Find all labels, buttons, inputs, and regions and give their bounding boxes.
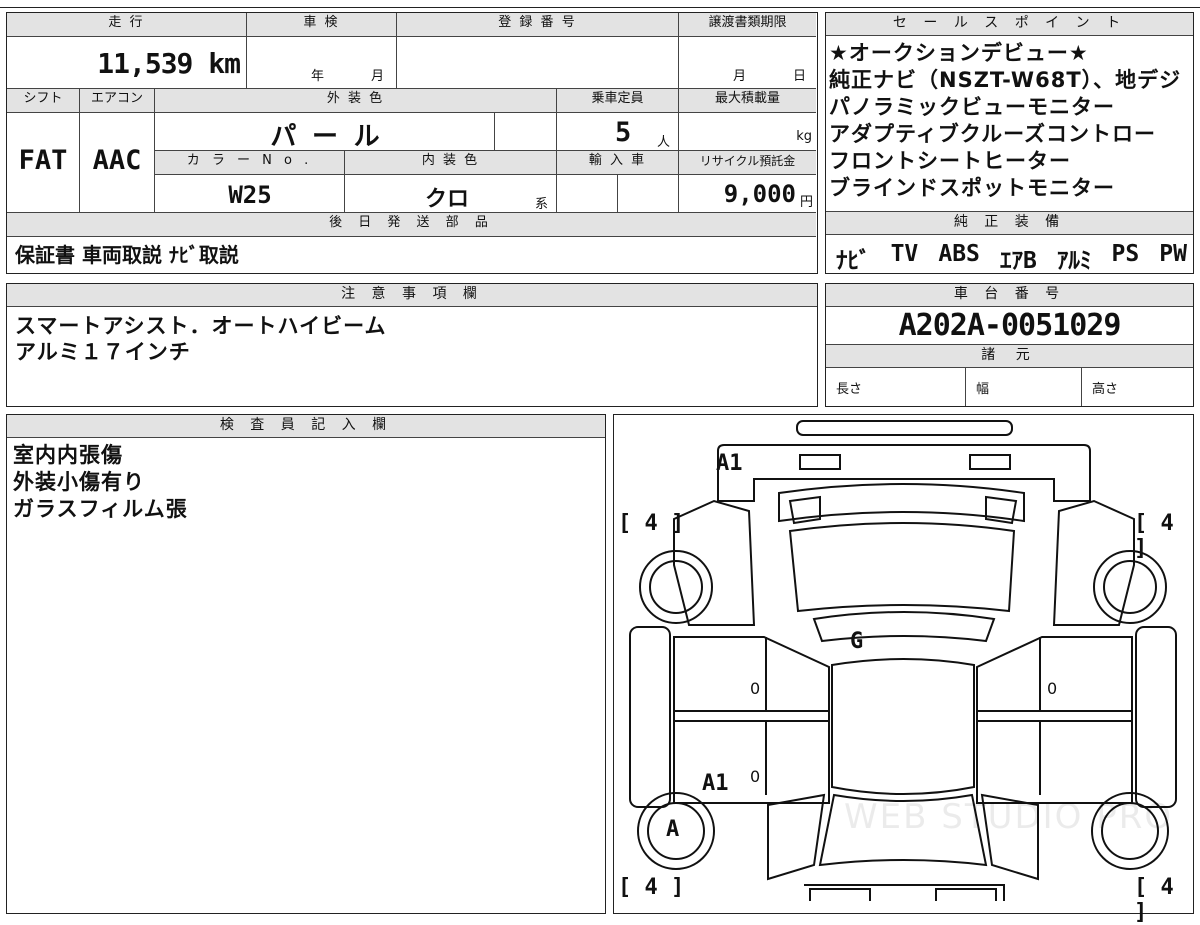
specs-panel: 走 行 車 検 登 録 番 号 譲渡書類期限 11,539 km 年 月 月 日… [6,12,818,274]
shaken-cell: 年 月 [247,37,397,89]
shift-cell: FAT [7,113,80,213]
transfer-deadline-label: 譲渡書類期限 [679,13,816,37]
max-load-cell: kg [679,113,816,151]
chassis-title: 車 台 番 号 [826,284,1193,307]
tire-front-left: [ 4 ] [618,511,685,536]
sales-points-title: セ ー ル ス ポ イ ン ト [826,13,1193,36]
standard-equipment-list: ﾅﾋﾞ TV ABS ｴｱB ｱﾙﾐ PS PW [826,235,1193,275]
chassis-number: A202A-0051029 [898,308,1122,343]
transfer-day: 日 [793,69,807,84]
equip-abs: ABS [938,241,980,267]
equip-airbag: ｴｱB [999,248,1037,274]
mileage-cell: 11,539 km [7,37,247,89]
registration-label: 登 録 番 号 [397,13,679,37]
tire-rear-right: [ 4 ] [1134,875,1174,925]
interior-color-value: クロ [425,187,470,212]
length-label: 長さ [826,368,966,406]
notes-title: 注 意 事 項 欄 [7,284,817,307]
chassis-panel: 車 台 番 号 A202A-0051029 諸 元 長さ 幅 高さ [825,283,1194,407]
sales-point-line: ★オークションデビュー★ [829,41,1089,65]
tire-rear-left: [ 4 ] [618,875,685,900]
top-strip [0,0,1200,8]
notes-panel: 注 意 事 項 欄 スマートアシスト．オートハイビーム アルミ１７インチ [6,283,818,407]
shaken-month: 月 [371,69,385,84]
aircon-value: AAC [92,145,142,176]
capacity-cell: 5 人 [557,113,679,151]
shift-label: シフト [7,89,80,113]
recycle-cell: 9,000 円 [679,175,816,213]
exterior-color-label: 外 装 色 [155,89,557,113]
color-no-value: W25 [228,181,272,209]
mark-rear-door-left: A1 [702,771,729,796]
standard-equipment-title: 純 正 装 備 [826,212,1193,235]
exterior-color-cell: パ ー ル [155,113,495,152]
mileage-unit: km [208,47,241,80]
import-cell-a [557,175,618,213]
capacity-label: 乗車定員 [557,89,679,113]
inspector-title: 検 査 員 記 入 欄 [7,415,605,438]
aircon-label: エアコン [80,89,155,113]
mark-front-bumper: A1 [716,451,743,476]
dimensions-title: 諸 元 [826,345,1193,368]
registration-cell [397,37,679,89]
color-no-cell: W25 [155,175,345,213]
color-no-label: カ ラ ー N o . [155,151,345,175]
watermark: WEB STUDIO PRO [844,797,1174,837]
inspector-panel: 検 査 員 記 入 欄 室内内張傷 外装小傷有り ガラスフィルム張 [6,414,606,914]
interior-color-cell: クロ 系 [345,175,557,213]
mark-right-door-front: 0 [1047,679,1058,698]
height-label: 高さ [1092,382,1119,397]
sales-point-line: アダプティブクルーズコントロー [829,122,1157,146]
sales-point-line: ブラインドスポットモニター [829,176,1115,200]
mileage-value: 11,539 [97,47,193,80]
aircon-cell: AAC [80,113,155,213]
equip-alloy: ｱﾙﾐ [1056,248,1092,274]
capacity-unit: 人 [657,135,671,150]
sales-point-line: 純正ナビ（NSZT-W68T）、地デジ [829,68,1182,92]
inspector-line: 外装小傷有り [13,470,145,494]
exterior-color-extra [495,113,557,151]
equip-navi: ﾅﾋﾞ [836,248,871,274]
mark-rear-wheel-left: A [666,817,680,842]
inspector-line: ガラスフィルム張 [13,497,188,521]
interior-color-suffix: 系 [535,197,549,212]
import-label: 輸 入 車 [557,151,679,175]
mark-windshield: G [850,629,864,654]
recycle-value: 9,000 [723,180,796,208]
capacity-value: 5 [615,117,632,148]
mark-left-door-front: 0 [750,679,761,698]
shaken-label: 車 検 [247,13,397,37]
note-line: スマートアシスト．オートハイビーム [15,314,387,338]
damage-diagram-panel: A1 G A1 A 0 0 0 [ 4 ] [ 4 ] [ 4 ] [ 4 ] … [613,414,1194,925]
later-parts-value: 保証書 車両取説 ﾅﾋﾞ取説 [15,243,239,267]
width-label: 幅 [966,368,1082,406]
equip-tv: TV [890,241,919,267]
shift-value: FAT [18,145,68,176]
recycle-unit: 円 [799,195,813,210]
interior-color-label: 内 装 色 [345,151,557,175]
transfer-cell: 月 日 [679,37,816,89]
exterior-color-value: パ ー ル [270,122,380,152]
sales-point-line: パノラミックビューモニター [829,95,1115,119]
equip-ps: PS [1111,241,1140,267]
note-line: アルミ１７インチ [15,340,191,364]
max-load-unit: kg [796,129,812,144]
shaken-year: 年 [311,69,325,84]
later-parts-label: 後 日 発 送 部 品 [7,213,816,237]
equip-pw: PW [1159,241,1187,267]
max-load-label: 最大積載量 [679,89,816,113]
sales-point-line: フロントシートヒーター [829,149,1071,173]
mark-left-door-rear: 0 [750,767,761,786]
recycle-label: リサイクル預託金 [679,151,816,175]
import-cell-b [618,175,679,213]
inspector-line: 室内内張傷 [13,443,123,467]
mileage-label: 走 行 [7,13,247,37]
sales-points-list: ★オークションデビュー★ 純正ナビ（NSZT-W68T）、地デジ パノラミックビ… [826,36,1193,212]
transfer-month: 月 [733,69,747,84]
sales-points-panel: セ ー ル ス ポ イ ン ト ★オークションデビュー★ 純正ナビ（NSZT-W… [825,12,1194,274]
tire-front-right: [ 4 ] [1134,511,1174,561]
